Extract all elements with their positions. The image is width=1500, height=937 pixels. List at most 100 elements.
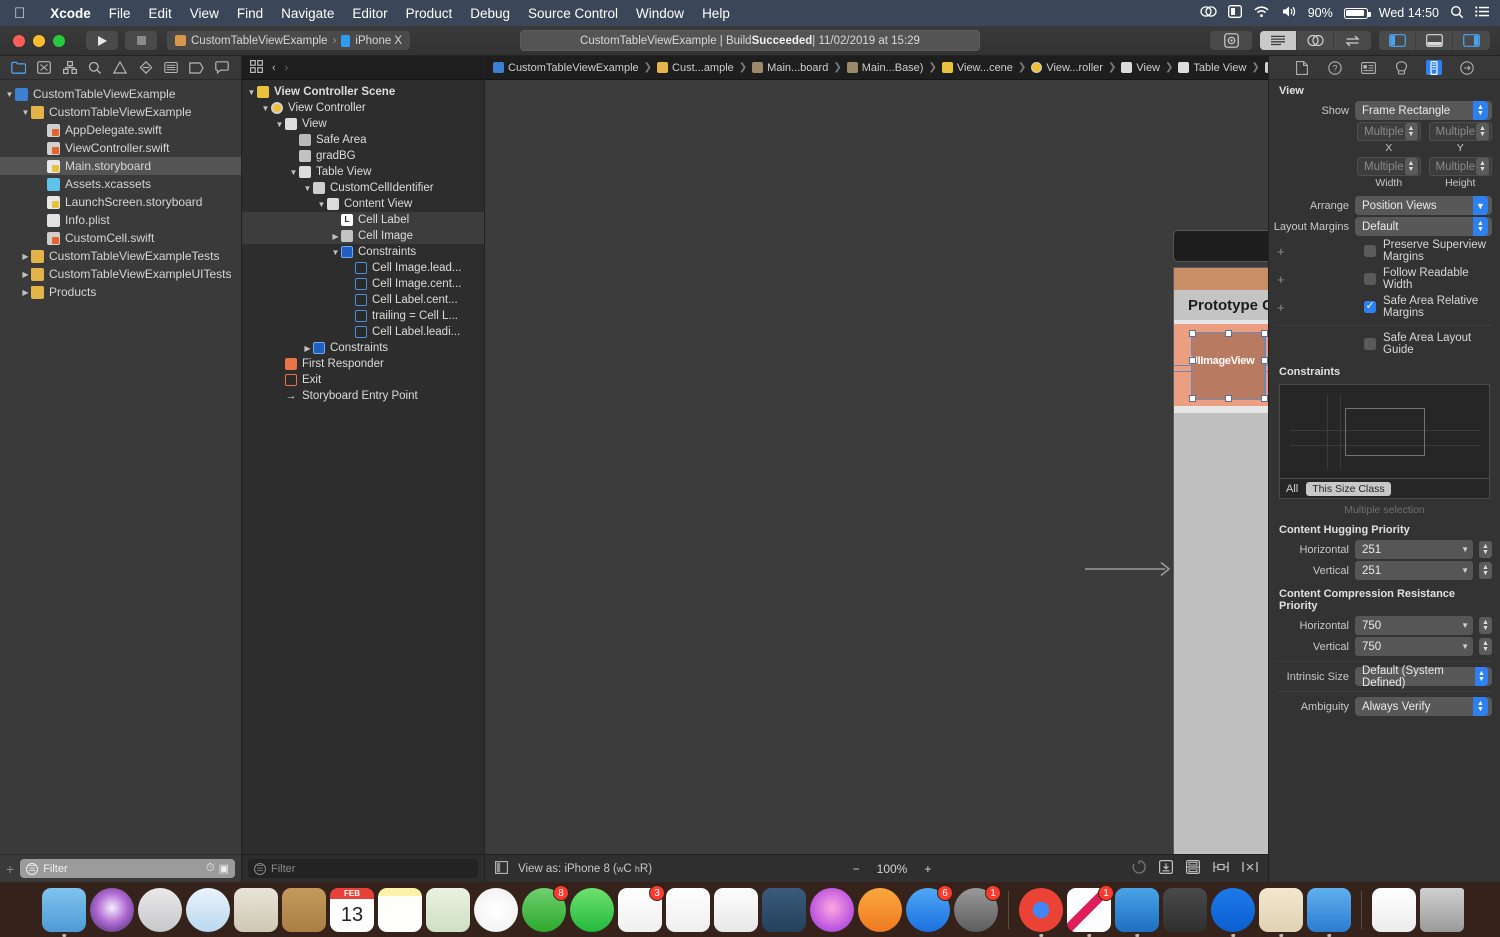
dock-item-trash[interactable] (1420, 888, 1464, 932)
quick-help-inspector-tab[interactable]: ? (1327, 60, 1343, 75)
dock-item-sublime-text[interactable] (1163, 888, 1207, 932)
navigator-row[interactable]: ▶ Products (0, 283, 241, 301)
navigator-row[interactable]: ▶ CustomTableViewExampleTests (0, 247, 241, 265)
safe-area-relative-margins-checkbox[interactable] (1364, 299, 1376, 313)
x-field[interactable]: Multiple ▲ ▼ (1357, 122, 1421, 141)
resize-handle[interactable] (1261, 395, 1268, 402)
outline-toggle-icon[interactable] (250, 59, 264, 76)
dock-item-ibooks[interactable] (858, 888, 902, 932)
outline-row[interactable]: → Storyboard Entry Point (242, 388, 484, 404)
disclosure-triangle-open-icon[interactable]: ▼ (246, 88, 257, 97)
dock-item-launchpad[interactable] (138, 888, 182, 932)
height-stepper[interactable]: ▲ ▼ (1476, 158, 1489, 175)
navigator-row[interactable]: ViewController.swift (0, 139, 241, 157)
navigator-row[interactable]: Assets.xcassets (0, 175, 241, 193)
dock-item-keynote[interactable] (762, 888, 806, 932)
dock-item-reminders[interactable]: 3 (618, 885, 665, 932)
disclosure-triangle-open-icon[interactable]: ▼ (20, 108, 31, 117)
width-stepper[interactable]: ▲ ▼ (1404, 158, 1418, 175)
prototype-cell[interactable]: UIImageView Label (1174, 324, 1268, 406)
dock-item-calendar[interactable]: FEB 13 (330, 888, 374, 932)
update-frames-icon[interactable] (1132, 860, 1146, 877)
dock-item-siri[interactable] (90, 888, 134, 932)
compression-horizontal-combo[interactable]: 750 ▼ (1355, 616, 1473, 635)
hugging-horizontal-stepper[interactable]: ▲ ▼ (1479, 541, 1492, 558)
constraints-scope-all[interactable]: All (1286, 483, 1298, 495)
y-field[interactable]: Multiple ▲ ▼ (1428, 122, 1492, 141)
chevron-down-icon[interactable]: ▼ (1461, 642, 1469, 651)
resize-handle[interactable] (1261, 357, 1268, 364)
disclosure-triangle-open-icon[interactable]: ▼ (288, 168, 299, 177)
disclosure-triangle-open-icon[interactable]: ▼ (330, 248, 341, 257)
disclosure-triangle-open-icon[interactable]: ▼ (274, 120, 285, 129)
width-field[interactable]: Multiple ▲ ▼ (1357, 157, 1421, 176)
dock-item-finder[interactable] (42, 888, 86, 937)
outline-row[interactable]: ▶ Constraints (242, 340, 484, 356)
view-as-label[interactable]: View as: iPhone 8 (wC hR) (518, 863, 652, 875)
outline-row[interactable]: ▼ Constraints (242, 244, 484, 260)
minimize-window-button[interactable] (33, 34, 45, 47)
chevron-down-icon[interactable]: ▼ (1461, 621, 1469, 630)
add-variation-button[interactable]: + (1269, 300, 1357, 315)
apple-logo-icon[interactable]:  (14, 6, 25, 21)
creative-cloud-icon[interactable] (1200, 5, 1217, 21)
navigator-filter-field[interactable]: ☰ Filter ⏱ ▣ (20, 859, 235, 878)
symbol-navigator-tab[interactable] (61, 60, 79, 76)
menu-item-view[interactable]: View (181, 6, 228, 21)
wifi-icon[interactable] (1253, 5, 1270, 21)
recent-files-icon[interactable]: ⏱ (206, 862, 215, 875)
breadcrumb-item[interactable]: Table View (1176, 62, 1248, 74)
menu-item-debug[interactable]: Debug (461, 6, 519, 21)
storyboard-canvas[interactable]: 9:41 AM Prototype Cells (485, 80, 1268, 854)
outline-row[interactable]: ▼ CustomCellIdentifier (242, 180, 484, 196)
disclosure-triangle-closed-icon[interactable]: ▶ (20, 288, 31, 297)
hugging-vertical-combo[interactable]: 251 ▼ (1355, 561, 1473, 580)
dock-item-xcode[interactable] (1115, 888, 1159, 937)
outline-row[interactable]: Cell Label.leadi... (242, 324, 484, 340)
outline-row[interactable]: trailing = Cell L... (242, 308, 484, 324)
safe-area-layout-guide-row[interactable]: Safe Area Layout Guide (1269, 330, 1500, 358)
dock-item-itunes[interactable] (810, 888, 854, 932)
resolve-auto-layout-icon[interactable] (1242, 860, 1258, 877)
outline-row[interactable]: Cell Label.cent... (242, 292, 484, 308)
navigator-row[interactable]: ▶ CustomTableViewExampleUITests (0, 265, 241, 283)
add-file-button[interactable]: + (6, 861, 14, 877)
pin-icon[interactable] (1213, 860, 1229, 877)
disclosure-triangle-closed-icon[interactable]: ▶ (302, 344, 313, 353)
dock-item-downloads-stack[interactable] (1372, 888, 1416, 932)
toggle-inspector-button[interactable] (1453, 31, 1490, 50)
compression-vertical-stepper[interactable]: ▲ ▼ (1479, 638, 1492, 655)
resize-handle[interactable] (1225, 330, 1232, 337)
outline-row[interactable]: ▼ View Controller Scene (242, 84, 484, 100)
zoom-out-button[interactable]: − (853, 862, 860, 876)
menu-item-product[interactable]: Product (397, 6, 462, 21)
resize-handle[interactable] (1189, 357, 1196, 364)
navigator-row[interactable]: ▼ CustomTableViewExample (0, 103, 241, 121)
document-outline-toggle-icon[interactable] (495, 860, 508, 877)
menu-item-navigate[interactable]: Navigate (272, 6, 343, 21)
height-field[interactable]: Multiple ▲ ▼ (1428, 157, 1492, 176)
outline-row[interactable]: Exit (242, 372, 484, 388)
menu-item-xcode[interactable]: Xcode (41, 6, 100, 21)
spotlight-search-icon[interactable] (1450, 5, 1464, 22)
chevron-down-icon[interactable]: ▼ (1461, 566, 1469, 575)
add-variation-button[interactable]: + (1269, 244, 1357, 259)
dock-item-pages[interactable] (714, 888, 758, 932)
source-control-filter-icon[interactable]: ▣ (219, 862, 229, 875)
resize-handle[interactable] (1225, 395, 1232, 402)
navigator-row[interactable]: CustomCell.swift (0, 229, 241, 247)
breadcrumb-item[interactable]: View...roller (1029, 62, 1105, 74)
safe-area-layout-guide-checkbox[interactable] (1364, 338, 1376, 350)
show-popup[interactable]: Frame Rectangle ▲ ▼ (1355, 101, 1492, 120)
issue-navigator-tab[interactable] (111, 60, 129, 76)
debug-navigator-tab[interactable] (162, 60, 180, 76)
zoom-in-button[interactable]: + (924, 862, 931, 876)
breadcrumb[interactable]: CustomTableViewExample ❯ Cust...ample ❯ Main… (485, 56, 1268, 80)
hugging-horizontal-combo[interactable]: 251 ▼ (1355, 540, 1473, 559)
chevron-updown-icon[interactable]: ▲ ▼ (1473, 217, 1488, 236)
dock-item-photos[interactable] (474, 888, 518, 932)
dock-item-facetime[interactable] (570, 888, 614, 932)
iphone-canvas[interactable]: 9:41 AM Prototype Cells (1173, 267, 1268, 854)
preserve-superview-margins-row[interactable]: + Preserve Superview Margins (1269, 237, 1500, 265)
resize-handle[interactable] (1261, 330, 1268, 337)
